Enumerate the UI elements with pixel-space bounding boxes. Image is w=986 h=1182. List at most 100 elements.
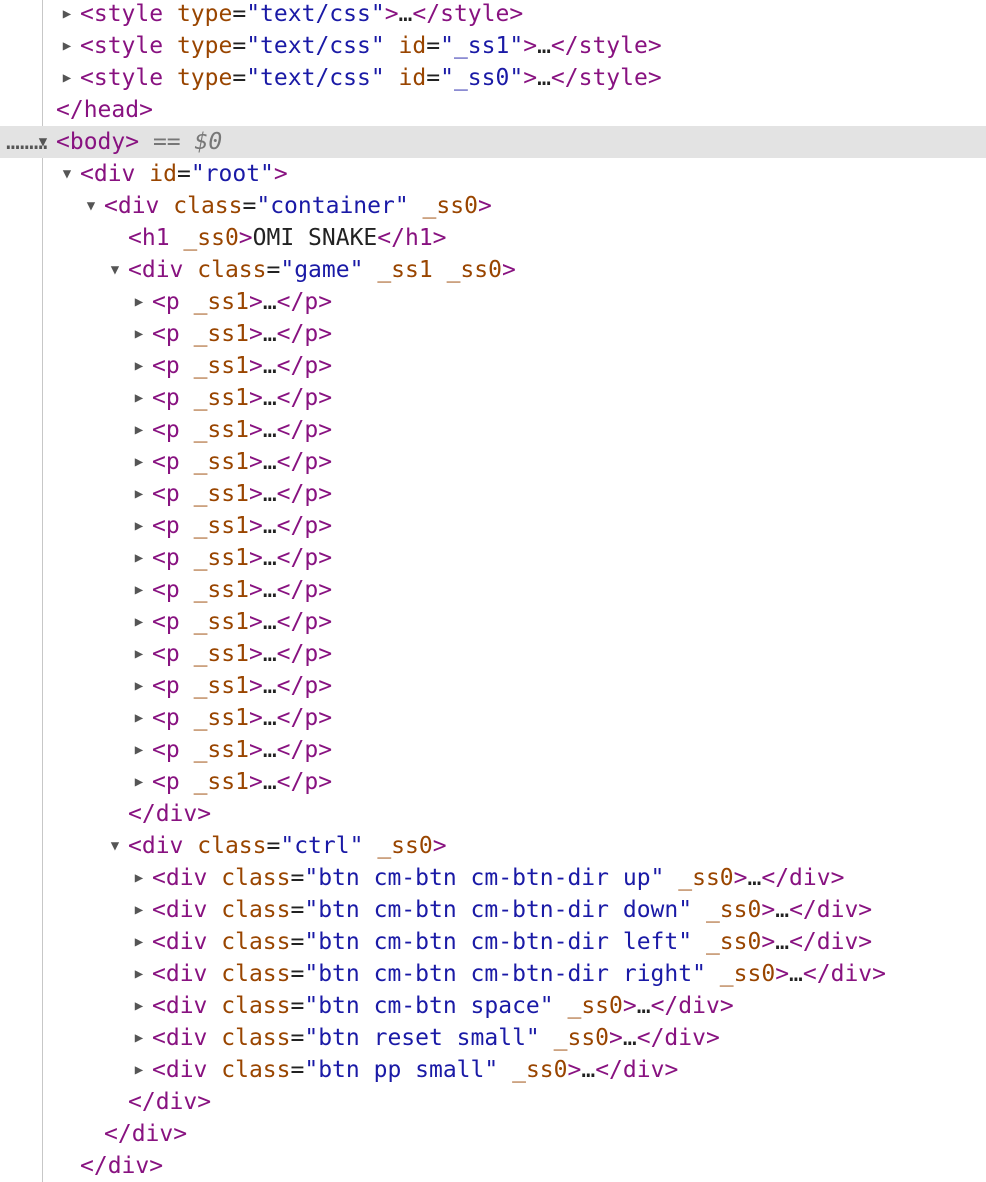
chevron-right-icon[interactable]: ▶	[132, 958, 146, 990]
dom-node-row[interactable]: ▶ <div class="btn cm-btn cm-btn-dir left"…	[0, 926, 986, 958]
attribute-equals: =	[290, 897, 305, 923]
dom-node-row[interactable]: </div>	[0, 1086, 986, 1118]
chevron-right-icon[interactable]: ▶	[132, 510, 146, 542]
dom-node-row[interactable]: ▶ <p _ss1>…</p>	[0, 606, 986, 638]
dom-node-row[interactable]: ▶ <div class="btn reset small" _ss0>…</di…	[0, 1022, 986, 1054]
tag-bracket: >	[775, 961, 790, 987]
chevron-right-icon[interactable]: ▶	[132, 894, 146, 926]
chevron-right-icon[interactable]: ▶	[132, 382, 146, 414]
dom-node-row[interactable]: ▶ <div class="btn pp small" _ss0>…</div>	[0, 1054, 986, 1086]
tag-bracket: >	[501, 257, 516, 283]
dom-node-row[interactable]: ▶ <p _ss1>…</p>	[0, 350, 986, 382]
chevron-down-icon[interactable]: ▼	[108, 830, 122, 862]
chevron-right-icon[interactable]: ▶	[132, 542, 146, 574]
dom-node-row[interactable]: ▶ <p _ss1>…</p>	[0, 702, 986, 734]
tag-bracket: >	[248, 609, 263, 635]
node-markup: </div>	[80, 1150, 163, 1182]
chevron-down-icon[interactable]: ▼	[60, 158, 74, 190]
collapsed-ellipsis: …	[789, 961, 803, 987]
chevron-right-icon[interactable]: ▶	[132, 638, 146, 670]
chevron-right-icon[interactable]: ▶	[60, 62, 74, 94]
dom-node-row[interactable]: ……… ▼ <body> == $0	[0, 126, 986, 158]
attribute-equals: =	[232, 65, 247, 91]
chevron-down-icon[interactable]: ▼	[36, 126, 50, 158]
chevron-right-icon[interactable]: ▶	[132, 478, 146, 510]
node-markup: <h1 _ss0>OMI SNAKE</h1>	[128, 222, 447, 254]
dom-node-row[interactable]: ▶ <p _ss1>…</p>	[0, 286, 986, 318]
chevron-right-icon[interactable]: ▶	[132, 414, 146, 446]
dom-node-row[interactable]: ▶ <p _ss1>…</p>	[0, 542, 986, 574]
chevron-right-icon[interactable]: ▶	[132, 1022, 146, 1054]
chevron-right-icon[interactable]: ▶	[132, 766, 146, 798]
node-markup: <p _ss1>…</p>	[152, 670, 332, 702]
attribute-value: "root"	[190, 161, 274, 187]
chevron-right-icon[interactable]: ▶	[60, 0, 74, 30]
dom-node-row[interactable]: ▶ <p _ss1>…</p>	[0, 446, 986, 478]
chevron-right-icon[interactable]: ▶	[132, 606, 146, 638]
attribute-name: _ss0	[567, 993, 623, 1019]
dom-node-row[interactable]: </div>	[0, 1150, 986, 1182]
dom-node-row[interactable]: ▶ <div class="btn cm-btn cm-btn-dir right…	[0, 958, 986, 990]
dom-node-row[interactable]: <h1 _ss0>OMI SNAKE</h1>	[0, 222, 986, 254]
chevron-down-icon[interactable]: ▼	[84, 190, 98, 222]
dom-node-row[interactable]: ▶ <p _ss1>…</p>	[0, 574, 986, 606]
dom-node-row[interactable]: ▶ <p _ss1>…</p>	[0, 318, 986, 350]
dom-node-row[interactable]: ▼ <div id="root">	[0, 158, 986, 190]
dom-node-row[interactable]: ▶ <p _ss1>…</p>	[0, 510, 986, 542]
collapsed-ellipsis: …	[622, 1025, 637, 1051]
chevron-right-icon[interactable]: ▶	[132, 990, 146, 1022]
dom-node-row[interactable]: ▶ <div class="btn cm-btn space" _ss0>…</d…	[0, 990, 986, 1022]
dom-node-row[interactable]: ▶ <style type="text/css" id="_ss0">…</sty…	[0, 62, 986, 94]
collapsed-ellipsis: …	[262, 673, 277, 699]
tag-name: <div	[152, 865, 208, 891]
chevron-right-icon[interactable]: ▶	[132, 574, 146, 606]
chevron-right-icon[interactable]: ▶	[132, 734, 146, 766]
attribute-name: type	[176, 33, 233, 59]
attribute-value: "container"	[256, 193, 409, 219]
attribute-value: "_ss0"	[440, 65, 524, 91]
dom-node-row[interactable]: ▶ <p _ss1>…</p>	[0, 414, 986, 446]
attribute-equals: =	[290, 1025, 305, 1051]
dom-node-row[interactable]: </div>	[0, 798, 986, 830]
console-ref-var: $0	[194, 129, 223, 155]
attribute-name: _ss1	[193, 417, 249, 443]
chevron-right-icon[interactable]: ▶	[132, 670, 146, 702]
chevron-right-icon[interactable]: ▶	[132, 350, 146, 382]
dom-node-row[interactable]: ▶ <p _ss1>…</p>	[0, 638, 986, 670]
attribute-equals: =	[232, 33, 247, 59]
dom-node-row[interactable]: ▶ <p _ss1>…</p>	[0, 670, 986, 702]
chevron-right-icon[interactable]: ▶	[132, 1054, 146, 1086]
chevron-right-icon[interactable]: ▶	[132, 318, 146, 350]
dom-node-row[interactable]: ▶ <style type="text/css">…</style>	[0, 0, 986, 30]
dom-node-row[interactable]: ▶ <p _ss1>…</p>	[0, 382, 986, 414]
chevron-right-icon[interactable]: ▶	[132, 862, 146, 894]
chevron-down-icon[interactable]: ▼	[108, 254, 122, 286]
closing-tag: </div>	[789, 897, 873, 923]
dom-node-row[interactable]: </div>	[0, 1118, 986, 1150]
dom-node-row[interactable]: ▶ <p _ss1>…</p>	[0, 478, 986, 510]
closing-tag: </head>	[56, 97, 153, 123]
node-markup: <style type="text/css" id="_ss0">…</styl…	[80, 62, 662, 94]
collapsed-ellipsis: …	[262, 705, 277, 731]
tag-name: <style	[80, 1, 164, 27]
collapsed-ellipsis: …	[398, 1, 413, 27]
dom-node-row[interactable]: ▼ <div class="container" _ss0>	[0, 190, 986, 222]
dom-node-row[interactable]: </head>	[0, 94, 986, 126]
attribute-equals: =	[290, 929, 305, 955]
chevron-right-icon[interactable]: ▶	[132, 286, 146, 318]
node-markup: <div class="btn reset small" _ss0>…</div…	[152, 1022, 720, 1054]
chevron-right-icon[interactable]: ▶	[132, 926, 146, 958]
dom-node-row[interactable]: ▼ <div class="game" _ss1 _ss0>	[0, 254, 986, 286]
dom-node-row[interactable]: ▶ <p _ss1>…</p>	[0, 734, 986, 766]
attribute-name: class	[221, 865, 291, 891]
closing-tag: </div>	[636, 1025, 720, 1051]
node-markup: <p _ss1>…</p>	[152, 574, 332, 606]
chevron-right-icon[interactable]: ▶	[60, 30, 74, 62]
dom-node-row[interactable]: ▶ <div class="btn cm-btn cm-btn-dir up" _…	[0, 862, 986, 894]
dom-node-row[interactable]: ▶ <p _ss1>…</p>	[0, 766, 986, 798]
chevron-right-icon[interactable]: ▶	[132, 702, 146, 734]
chevron-right-icon[interactable]: ▶	[132, 446, 146, 478]
dom-node-row[interactable]: ▼ <div class="ctrl" _ss0>	[0, 830, 986, 862]
dom-node-row[interactable]: ▶ <div class="btn cm-btn cm-btn-dir down"…	[0, 894, 986, 926]
dom-node-row[interactable]: ▶ <style type="text/css" id="_ss1">…</sty…	[0, 30, 986, 62]
